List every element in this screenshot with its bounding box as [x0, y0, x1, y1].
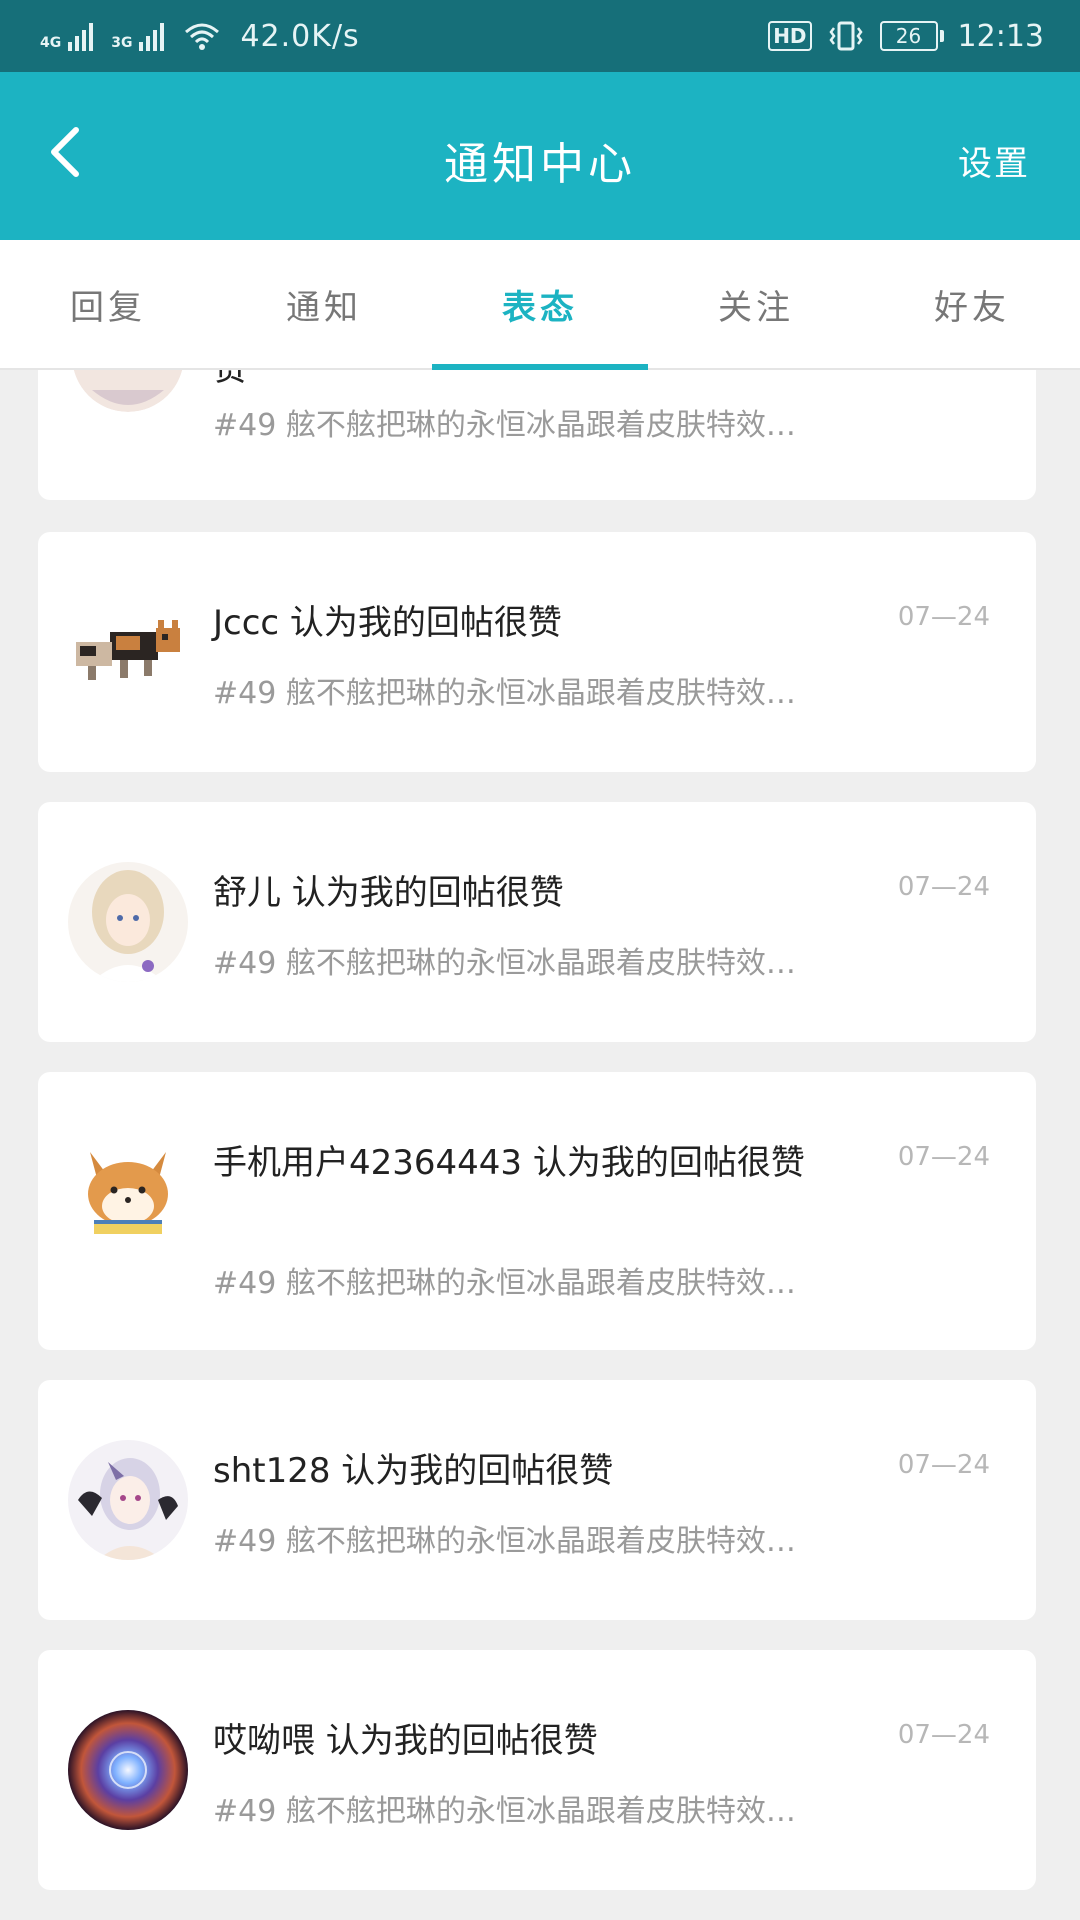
- notification-title: sht128 认为我的回帖很赞: [213, 1451, 614, 1491]
- notification-excerpt: #49 舷不舷把琳的永恒冰晶跟着皮肤特效…: [213, 676, 796, 711]
- status-right: HD 26 12:13: [768, 19, 1044, 54]
- tab-bar: 回复 通知 表态 关注 好友: [0, 240, 1080, 370]
- avatar: [68, 1132, 188, 1252]
- notification-excerpt: #49 舷不舷把琳的永恒冰晶跟着皮肤特效…: [213, 1524, 796, 1559]
- battery-level: 26: [879, 21, 938, 51]
- notification-date: 07—24: [897, 1450, 990, 1480]
- notification-excerpt: #49 舷不舷把琳的永恒冰晶跟着皮肤特效…: [213, 1266, 796, 1301]
- settings-button[interactable]: 设置: [958, 136, 1030, 185]
- notification-card[interactable]: sht128 认为我的回帖很赞 07—24 #49 舷不舷把琳的永恒冰晶跟着皮肤…: [38, 1380, 1036, 1620]
- notification-title: 赞: [213, 370, 893, 384]
- page-title: 通知中心: [444, 139, 636, 190]
- avatar: [72, 370, 184, 412]
- notification-title: Jccc 认为我的回帖很赞: [213, 603, 562, 643]
- app-header: 通知中心 设置: [0, 72, 1080, 240]
- notification-card[interactable]: 哎呦喂 认为我的回帖很赞 07—24 #49 舷不舷把琳的永恒冰晶跟着皮肤特效…: [38, 1650, 1036, 1890]
- tab-friends[interactable]: 好友: [864, 240, 1080, 368]
- status-bar: 4G 3G 42.0K/s HD 26 12:13: [0, 0, 1080, 72]
- tab-reply[interactable]: 回复: [0, 240, 216, 368]
- battery-icon: 26: [879, 21, 944, 51]
- notification-list: 赞 #49 舷不舷把琳的永恒冰晶跟着皮肤特效… Jccc 认为我的回帖很赞 07…: [0, 370, 1080, 1920]
- status-left: 4G 3G 42.0K/s: [40, 19, 360, 54]
- tab-notice[interactable]: 通知: [216, 240, 432, 368]
- notification-title: 哎呦喂 认为我的回帖很赞: [213, 1721, 598, 1761]
- signal-icon-2: [139, 23, 165, 51]
- notification-date: 07—24: [897, 1142, 990, 1172]
- notification-card[interactable]: 赞 #49 舷不舷把琳的永恒冰晶跟着皮肤特效…: [38, 370, 1036, 500]
- avatar: [68, 592, 188, 712]
- tab-follow[interactable]: 关注: [648, 240, 864, 368]
- clock: 12:13: [957, 18, 1044, 54]
- vibrate-icon: [828, 21, 863, 51]
- notification-date: 07—24: [897, 1720, 990, 1750]
- avatar: [68, 1710, 188, 1830]
- notification-card[interactable]: Jccc 认为我的回帖很赞 07—24 #49 舷不舷把琳的永恒冰晶跟着皮肤特效…: [38, 532, 1036, 772]
- notification-title: 手机用户42364443 认为我的回帖很赞: [213, 1143, 805, 1183]
- wifi-icon: [185, 23, 220, 50]
- notification-title: 舒儿 认为我的回帖很赞: [213, 873, 564, 913]
- avatar: [68, 862, 188, 982]
- tab-reactions[interactable]: 表态: [432, 240, 648, 370]
- network-type-2: 3G: [111, 34, 133, 51]
- avatar: [68, 1440, 188, 1560]
- notification-date: 07—24: [897, 602, 990, 632]
- network-type-1: 4G: [40, 34, 62, 51]
- hd-badge: HD: [768, 21, 812, 51]
- notification-excerpt: #49 舷不舷把琳的永恒冰晶跟着皮肤特效…: [213, 408, 796, 443]
- notification-excerpt: #49 舷不舷把琳的永恒冰晶跟着皮肤特效…: [213, 946, 796, 981]
- notification-card[interactable]: 舒儿 认为我的回帖很赞 07—24 #49 舷不舷把琳的永恒冰晶跟着皮肤特效…: [38, 802, 1036, 1042]
- signal-icon: [68, 23, 94, 51]
- battery-tip: [939, 30, 944, 42]
- notification-date: 07—24: [897, 872, 990, 902]
- notification-excerpt: #49 舷不舷把琳的永恒冰晶跟着皮肤特效…: [213, 1794, 796, 1829]
- network-speed: 42.0K/s: [240, 18, 360, 54]
- notification-card[interactable]: 手机用户42364443 认为我的回帖很赞 07—24 #49 舷不舷把琳的永恒…: [38, 1072, 1036, 1350]
